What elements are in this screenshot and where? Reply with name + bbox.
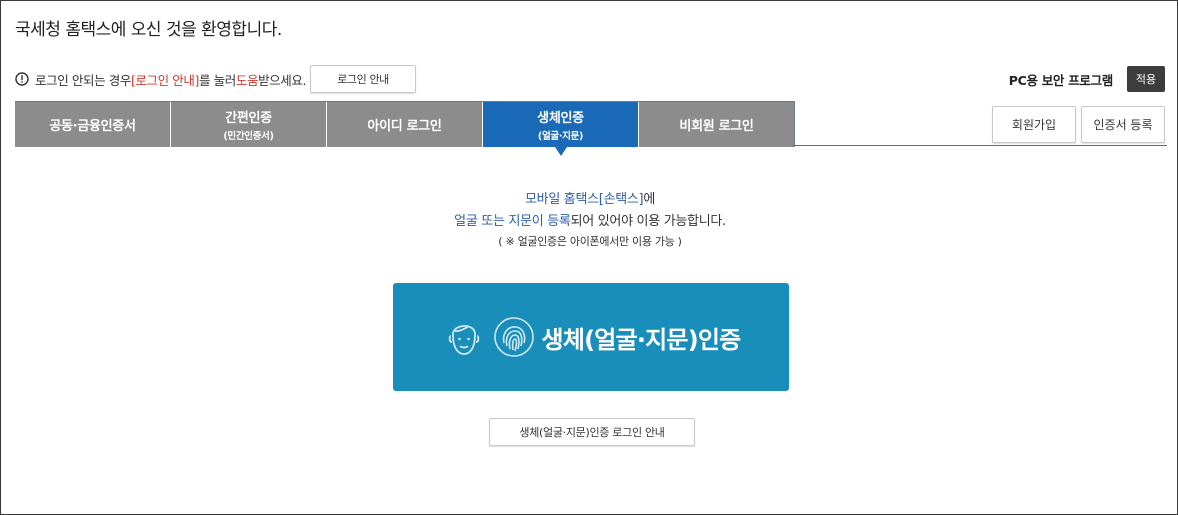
security-program-label: PC용 보안 프로그램: [1008, 72, 1114, 88]
tab-biometric[interactable]: 생체인증 (얼굴·지문): [483, 102, 639, 156]
tab-underline: [793, 145, 1167, 146]
tab-label: 생체인증: [537, 111, 584, 126]
info-line-1-rest: 에: [643, 192, 655, 207]
apply-security-button[interactable]: 적용: [1127, 66, 1165, 92]
biometric-auth-label: 생체(얼굴·지문)인증: [541, 325, 742, 354]
biometric-guide-button[interactable]: 생체(얼굴·지문)인증 로그인 안내: [489, 418, 695, 446]
info-line-1: 모바일 홈택스[손택스]에: [1, 189, 1177, 211]
biometric-auth-button[interactable]: 생체(얼굴·지문)인증: [393, 283, 789, 391]
notice-prefix: 로그인 안되는 경우: [35, 72, 131, 88]
login-panel: 국세청 홈택스에 오신 것을 환영합니다. 로그인 안되는 경우 [로그인 안내…: [0, 0, 1178, 515]
tab-simple-auth[interactable]: 간편인증 (민간인증서): [171, 102, 327, 147]
tab-certificate[interactable]: 공동·금융인증서: [15, 102, 171, 147]
login-notice: 로그인 안되는 경우 [로그인 안내] 를 눌러 도움 받으세요. 로그인 안내: [15, 65, 417, 93]
tab-guest-login[interactable]: 비회원 로그인: [639, 102, 795, 147]
tab-label: 비회원 로그인: [679, 119, 754, 134]
biometric-info: 모바일 홈택스[손택스]에 얼굴 또는 지문이 등록되어 있어야 이용 가능합니…: [1, 189, 1177, 249]
tab-sublabel: (얼굴·지문): [537, 131, 584, 142]
info-line-1-highlight: 모바일 홈택스[손택스]: [525, 192, 644, 207]
account-actions: 회원가입 인증서 등록: [987, 106, 1165, 143]
welcome-title: 국세청 홈택스에 오신 것을 환영합니다.: [15, 20, 282, 40]
fingerprint-icon: [493, 317, 534, 357]
register-certificate-button[interactable]: 인증서 등록: [1081, 106, 1165, 143]
login-guide-link[interactable]: [로그인 안내]: [131, 70, 199, 89]
face-icon: [448, 325, 479, 355]
tab-label: 공동·금융인증서: [49, 119, 136, 134]
iphone-note: ( ※ 얼굴인증은 아이폰에서만 이용 가능 ): [498, 235, 682, 248]
login-tabs: 공동·금융인증서 간편인증 (민간인증서) 아이디 로그인 생체인증 (얼굴·지…: [15, 101, 795, 156]
join-button[interactable]: 회원가입: [992, 106, 1076, 143]
security-program: PC용 보안 프로그램 적용: [1009, 66, 1165, 92]
notice-middle: 를 눌러: [198, 72, 236, 88]
notice-suffix: 받으세요.: [258, 72, 307, 88]
tab-label: 간편인증: [225, 111, 272, 126]
login-guide-button[interactable]: 로그인 안내: [310, 65, 417, 93]
tab-label: 아이디 로그인: [367, 119, 442, 134]
info-circle-icon: [15, 72, 29, 86]
info-line-2: 얼굴 또는 지문이 등록되어 있어야 이용 가능합니다.: [1, 211, 1177, 233]
info-line-2-rest: 되어 있어야 이용 가능합니다.: [570, 214, 727, 229]
tab-id-login[interactable]: 아이디 로그인: [327, 102, 483, 147]
tab-sublabel: (민간인증서): [223, 131, 274, 142]
info-line-2-highlight: 얼굴 또는 지문이 등록: [454, 214, 571, 229]
help-link[interactable]: 도움: [236, 70, 259, 89]
